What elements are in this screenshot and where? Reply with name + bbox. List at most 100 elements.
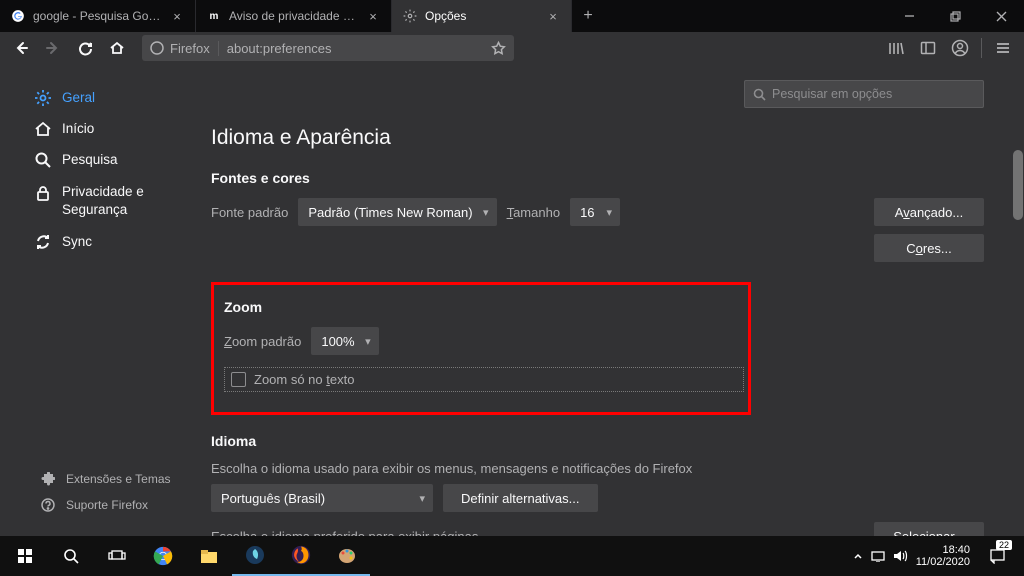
separator [981,38,982,58]
select-value: 16 [580,205,594,220]
account-button[interactable] [945,34,975,62]
sidebar-item-label: Privacidade e Segurança [62,183,193,218]
reload-button[interactable] [70,34,100,62]
default-font-select[interactable]: Padrão (Times New Roman) [298,198,496,226]
language-desc-2: Escolha o idioma preferido para exibir p… [211,529,478,537]
default-zoom-select[interactable]: 100% [311,327,378,355]
close-icon[interactable]: × [169,8,185,24]
window-controls [886,0,1024,32]
titlebar: google - Pesquisa Google × m Aviso de pr… [0,0,1024,32]
windows-taskbar: 18:40 11/02/2020 22 [0,536,1024,576]
identity-label: Firefox [170,41,210,56]
tray-time: 18:40 [916,544,970,556]
firefox-icon [150,41,164,55]
search-taskbar-button[interactable] [48,536,94,576]
bookmark-star-icon[interactable] [491,41,506,56]
heading-zoom: Zoom [224,299,738,315]
tab-label: Aviso de privacidade do Firefo [229,9,358,23]
close-icon[interactable]: × [545,8,561,24]
sidebar-support[interactable]: Suporte Firefox [0,492,205,518]
advanced-fonts-button[interactable]: Avançado... [874,198,984,226]
font-size-select[interactable]: 16 [570,198,620,226]
taskbar-app1[interactable] [232,536,278,576]
colors-button[interactable]: Cores... [874,234,984,262]
select-value: 100% [321,334,354,349]
checkbox-unchecked[interactable] [231,372,246,387]
main-pane: Pesquisar em opções Idioma e Aparência F… [205,64,1024,536]
sidebar-item-search[interactable]: Pesquisa [0,144,205,175]
home-button[interactable] [102,34,132,62]
font-size-label: Tamanho [507,205,560,220]
close-icon[interactable]: × [365,8,381,24]
task-view-button[interactable] [94,536,140,576]
tray-network-icon[interactable] [871,550,885,562]
tab-options[interactable]: Opções × [392,0,572,32]
default-zoom-label: Zoom padrão [224,334,301,349]
language-desc-1: Escolha o idioma usado para exibir os me… [211,461,984,476]
tray-volume-icon[interactable] [893,549,908,563]
sidebar-item-label: Início [62,121,94,136]
sidebar-item-home[interactable]: Início [0,113,205,144]
url-bar[interactable]: Firefox about:preferences [142,35,514,61]
tab-google[interactable]: google - Pesquisa Google × [0,0,196,32]
tray-clock[interactable]: 18:40 11/02/2020 [916,544,970,568]
sidebar-footer-label: Suporte Firefox [66,498,148,512]
preferences-content: Geral Início Pesquisa Privacidade e Segu… [0,64,1024,536]
lock-icon [34,185,52,201]
app-menu-button[interactable] [988,34,1018,62]
search-icon [34,151,52,169]
heading-lang-appearance: Idioma e Aparência [211,126,984,150]
taskbar-chrome[interactable] [140,536,186,576]
sidebar-item-label: Sync [62,234,92,249]
mozilla-favicon: m [206,8,222,24]
navbar: Firefox about:preferences [0,32,1024,64]
taskbar-paint[interactable] [324,536,370,576]
heading-language: Idioma [211,433,984,449]
taskbar-explorer[interactable] [186,536,232,576]
identity-box[interactable]: Firefox [150,41,219,56]
tab-privacy[interactable]: m Aviso de privacidade do Firefo × [196,0,392,32]
taskbar-firefox[interactable] [278,536,324,576]
sidebar-item-privacy[interactable]: Privacidade e Segurança [0,175,205,226]
system-tray: 18:40 11/02/2020 22 [853,536,1022,576]
library-button[interactable] [881,34,911,62]
sidebar-item-label: Pesquisa [62,152,118,167]
sidebar-footer-label: Extensões e Temas [66,472,171,486]
search-placeholder: Pesquisar em opções [772,87,892,101]
scrollbar-thumb[interactable] [1013,150,1023,220]
select-languages-button[interactable]: Selecionar... [874,522,984,536]
minimize-button[interactable] [886,0,932,32]
url-text: about:preferences [227,41,483,56]
tray-date: 11/02/2020 [916,556,970,568]
sidebar-button[interactable] [913,34,943,62]
tab-strip: google - Pesquisa Google × m Aviso de pr… [0,0,886,32]
select-value: Padrão (Times New Roman) [308,205,472,220]
gear-icon [34,89,52,107]
zoom-text-only-row[interactable]: Zoom só no texto [224,367,744,392]
tab-label: Opções [425,9,538,23]
start-button[interactable] [2,536,48,576]
search-icon [753,88,766,101]
tab-label: google - Pesquisa Google [33,9,162,23]
notification-count: 22 [996,540,1012,550]
heading-fonts-colors: Fontes e cores [211,170,984,186]
tray-chevron-icon[interactable] [853,551,863,561]
notification-button[interactable]: 22 [978,536,1016,576]
forward-button[interactable] [38,34,68,62]
home-icon [34,120,52,138]
close-window-button[interactable] [978,0,1024,32]
display-language-select[interactable]: Português (Brasil) [211,484,433,512]
new-tab-button[interactable]: + [572,0,604,32]
sidebar-item-label: Geral [62,90,95,105]
set-alternatives-button[interactable]: Definir alternativas... [443,484,598,512]
search-input[interactable]: Pesquisar em opções [744,80,984,108]
sidebar-extensions[interactable]: Extensões e Temas [0,466,205,492]
zoom-section-highlight: Zoom Zoom padrão 100% Zoom só no texto [211,282,751,415]
maximize-button[interactable] [932,0,978,32]
back-button[interactable] [6,34,36,62]
sidebar-item-sync[interactable]: Sync [0,226,205,257]
google-favicon [10,8,26,24]
default-font-label: Fonte padrão [211,205,288,220]
sidebar-item-general[interactable]: Geral [0,82,205,113]
gear-icon [402,8,418,24]
